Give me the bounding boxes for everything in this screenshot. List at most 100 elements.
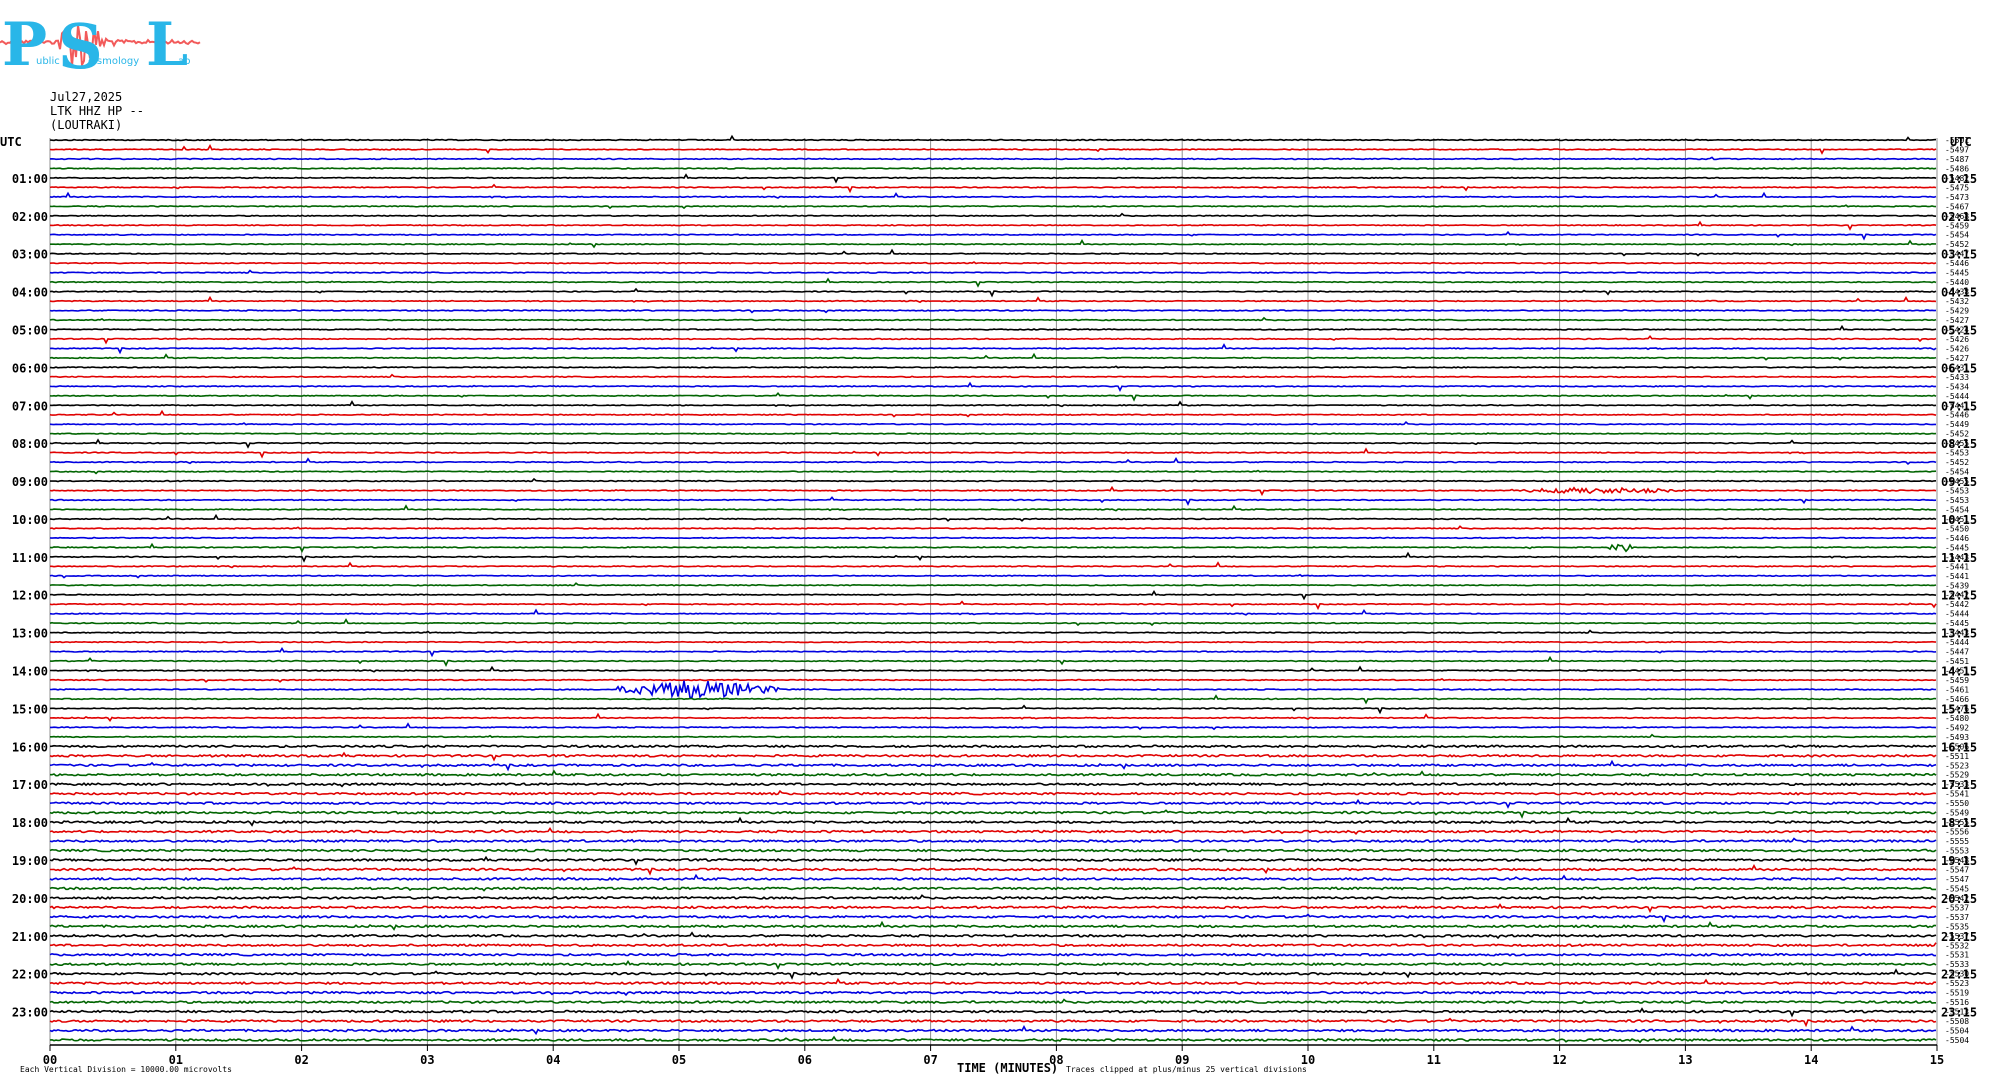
left-hour-label: 13:00 (12, 627, 48, 641)
right-hour-label: 02:15 (1941, 210, 1977, 224)
left-hour-label: 06:00 (12, 361, 48, 375)
trace-offset-label: -5453 (1945, 496, 1969, 505)
trace-line (49, 277, 1937, 288)
right-hour-label: 07:15 (1941, 399, 1977, 413)
trace-offset-label: -5449 (1945, 420, 1969, 429)
trace-offset-label: -5441 (1945, 572, 1969, 581)
x-tick-label: 07 (923, 1053, 937, 1067)
trace-line (49, 782, 1937, 788)
right-hour-label: 12:15 (1941, 589, 1977, 603)
trace-line (49, 191, 1937, 199)
right-hour-label: 14:15 (1941, 665, 1977, 679)
trace-line (49, 551, 1937, 563)
trace-line (49, 485, 1937, 497)
left-hour-label: 05:00 (12, 323, 48, 337)
left-hour-label: 23:00 (12, 1006, 48, 1020)
trace-line (49, 536, 1937, 540)
x-tick-label: 15 (1930, 1053, 1944, 1067)
trace-offset-label: -5555 (1945, 837, 1969, 846)
right-hour-label: 15:15 (1941, 702, 1977, 716)
trace-offset-label: -5547 (1945, 875, 1969, 884)
trace-line (49, 873, 1937, 881)
trace-group (49, 134, 1937, 1044)
trace-line (49, 391, 1937, 402)
trace-line (49, 848, 1937, 853)
right-hour-label: 16:15 (1941, 740, 1977, 754)
right-hour-label: 13:15 (1941, 627, 1977, 641)
left-hour-label: 18:00 (12, 816, 48, 830)
trace-line (49, 1007, 1937, 1018)
trace-line (49, 156, 1937, 161)
helicorder-chart: 00 01 02 03 04 05 06 07 08 09 10 11 12 13 14 15-5501-54… (0, 134, 1977, 1075)
left-hour-label: 04:00 (12, 286, 48, 300)
trace-line (49, 903, 1937, 914)
trace-line (49, 759, 1937, 772)
trace-line (49, 990, 1937, 997)
x-tick-label: 03 (420, 1053, 434, 1067)
trace-line (49, 1035, 1937, 1044)
trace-line (49, 1017, 1937, 1028)
left-hour-label: 01:00 (12, 172, 48, 186)
trace-line (49, 590, 1937, 601)
right-hour-label: 19:15 (1941, 854, 1977, 868)
trace-line (49, 343, 1937, 355)
trace-offset-label: -5446 (1945, 534, 1969, 543)
x-tick-label: 04 (546, 1053, 560, 1067)
trace-line (50, 456, 1937, 465)
trace-line (49, 886, 1936, 892)
trace-line (49, 704, 1937, 715)
trace-line (49, 409, 1937, 418)
trace-line (49, 573, 1937, 579)
trace-line (49, 220, 1937, 231)
trace-line (49, 504, 1937, 512)
trace-line (50, 561, 1937, 569)
left-hour-label: 10:00 (12, 513, 48, 527)
trace-offset-label: -5426 (1945, 344, 1969, 353)
left-hour-label: 07:00 (12, 399, 48, 413)
trace-offset-label: -5537 (1945, 913, 1969, 922)
trace-line (49, 134, 1937, 142)
right-hour-label: 06:15 (1941, 361, 1977, 375)
trace-offset-label: -5445 (1945, 269, 1969, 278)
trace-line (49, 629, 1937, 634)
x-tick-label: 06 (798, 1053, 812, 1067)
left-hour-label: 11:00 (12, 551, 48, 565)
trace-offset-label: -5452 (1945, 458, 1969, 467)
right-axis-title: UTC (1950, 135, 1972, 149)
left-hour-label: 09:00 (12, 475, 48, 489)
trace-line (49, 751, 1937, 762)
trace-line (49, 438, 1937, 449)
trace-line (49, 212, 1937, 218)
trace-line (49, 316, 1937, 322)
trace-line (49, 352, 1937, 361)
trace-line (50, 694, 1937, 705)
trace-line (49, 809, 1937, 819)
trace-line (49, 894, 1937, 900)
trace-line (49, 295, 1937, 304)
right-hour-label: 10:15 (1941, 513, 1977, 527)
left-hour-label: 17:00 (12, 778, 48, 792)
trace-line (49, 1024, 1937, 1036)
left-hour-label: 20:00 (12, 892, 48, 906)
trace-line (49, 913, 1937, 924)
trace-line (49, 952, 1936, 957)
trace-offset-label: -5550 (1945, 799, 1969, 808)
trace-offset-label: -5473 (1945, 193, 1969, 202)
trace-line (49, 309, 1937, 314)
trace-line (49, 837, 1937, 844)
x-tick-label: 12 (1552, 1053, 1566, 1067)
trace-line (49, 525, 1937, 530)
trace-line (50, 864, 1937, 876)
left-hour-label: 02:00 (12, 210, 48, 224)
trace-line (49, 942, 1937, 948)
trace-line (50, 665, 1937, 673)
right-hour-label: 01:15 (1941, 172, 1977, 186)
trace-offset-label: -5519 (1945, 989, 1969, 998)
trace-line (49, 827, 1937, 835)
trace-line (49, 400, 1937, 408)
trace-line (49, 542, 1937, 553)
trace-line (50, 646, 1937, 658)
right-hour-label: 22:15 (1941, 968, 1977, 982)
trace-line (49, 335, 1937, 345)
trace-line (49, 977, 1937, 986)
